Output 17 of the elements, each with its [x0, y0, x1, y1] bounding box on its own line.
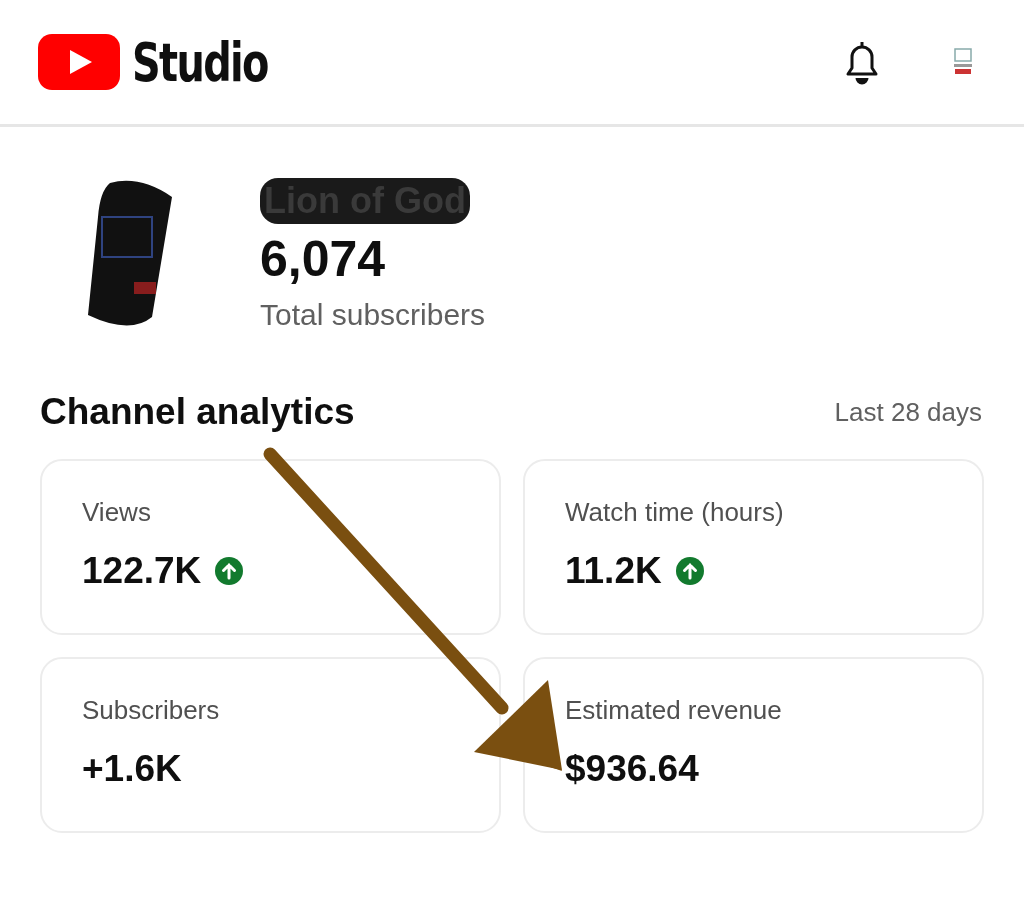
section-title: Channel analytics	[40, 391, 355, 433]
play-logo-icon	[38, 34, 120, 90]
metric-card[interactable]: Watch time (hours) 11.2K	[523, 459, 984, 635]
metric-card[interactable]: Views 122.7K	[40, 459, 501, 635]
metric-value: +1.6K	[82, 748, 182, 790]
metric-label: Subscribers	[82, 695, 221, 726]
subscriber-count: 6,074	[260, 230, 387, 288]
metric-label: Views	[82, 497, 152, 528]
metric-label: Estimated revenue	[565, 695, 783, 726]
logo-text: Studio	[132, 30, 268, 94]
period-label: Last 28 days	[834, 396, 982, 428]
avatar-icon[interactable]	[952, 47, 974, 77]
metric-value: 122.7K	[82, 550, 202, 592]
metric-value: $936.64	[565, 748, 699, 790]
metric-value: 11.2K	[565, 550, 662, 592]
metric-label: Watch time (hours)	[565, 497, 785, 528]
subscriber-label: Total subscribers	[260, 298, 486, 332]
